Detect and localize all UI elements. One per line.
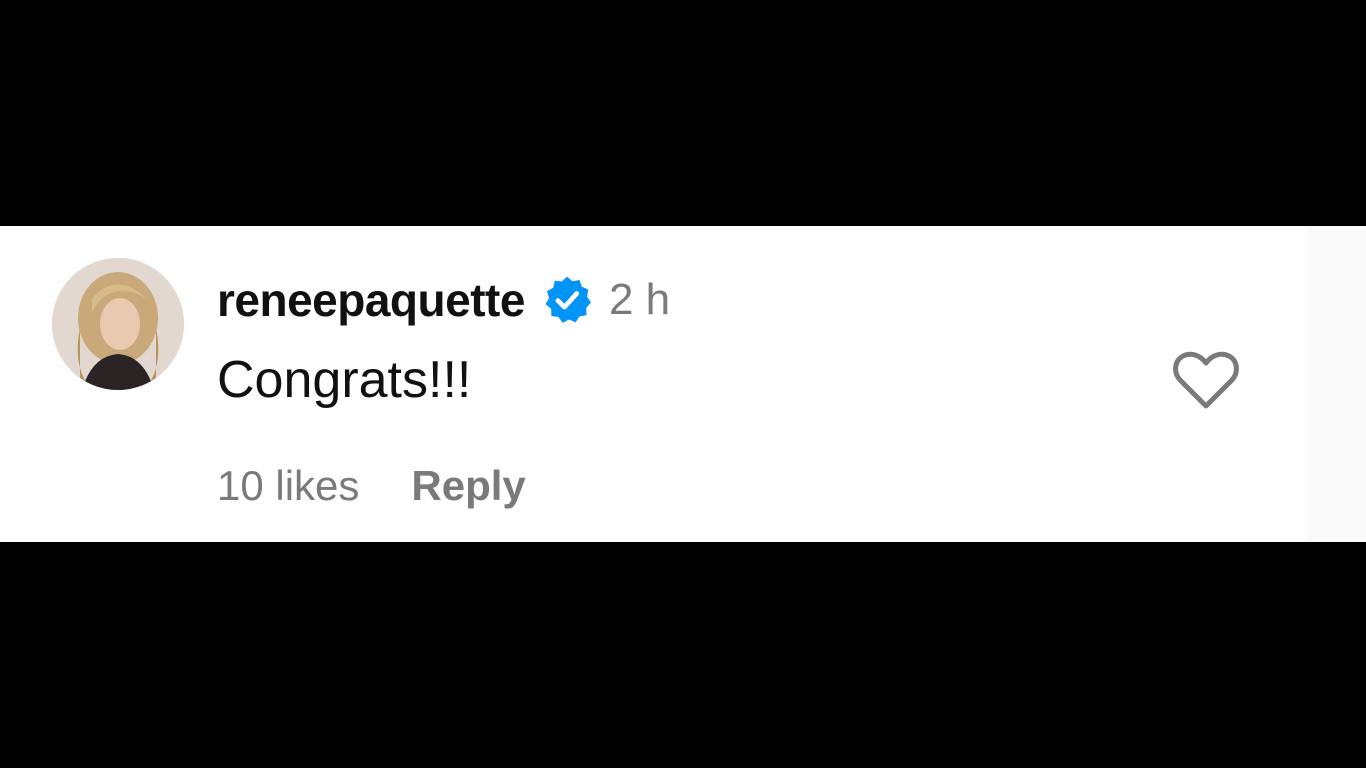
comment-card: reneepaquette 2 h Congrats!!! 10 likes R… bbox=[0, 226, 1366, 542]
timestamp[interactable]: 2 h bbox=[609, 275, 670, 325]
avatar[interactable] bbox=[52, 258, 184, 390]
comment-text: Congrats!!! bbox=[217, 351, 472, 409]
comment-actions: 10 likes Reply bbox=[217, 462, 526, 510]
heart-outline-icon[interactable] bbox=[1172, 350, 1240, 410]
likes-count[interactable]: 10 likes bbox=[217, 462, 359, 510]
username-link[interactable]: reneepaquette bbox=[217, 273, 525, 327]
comment-header: reneepaquette 2 h bbox=[217, 272, 670, 328]
scroll-gutter bbox=[1306, 226, 1366, 542]
screenshot-frame: reneepaquette 2 h Congrats!!! 10 likes R… bbox=[0, 0, 1366, 768]
avatar-image bbox=[52, 258, 184, 390]
verified-badge-icon bbox=[541, 274, 593, 326]
reply-button[interactable]: Reply bbox=[411, 462, 525, 510]
